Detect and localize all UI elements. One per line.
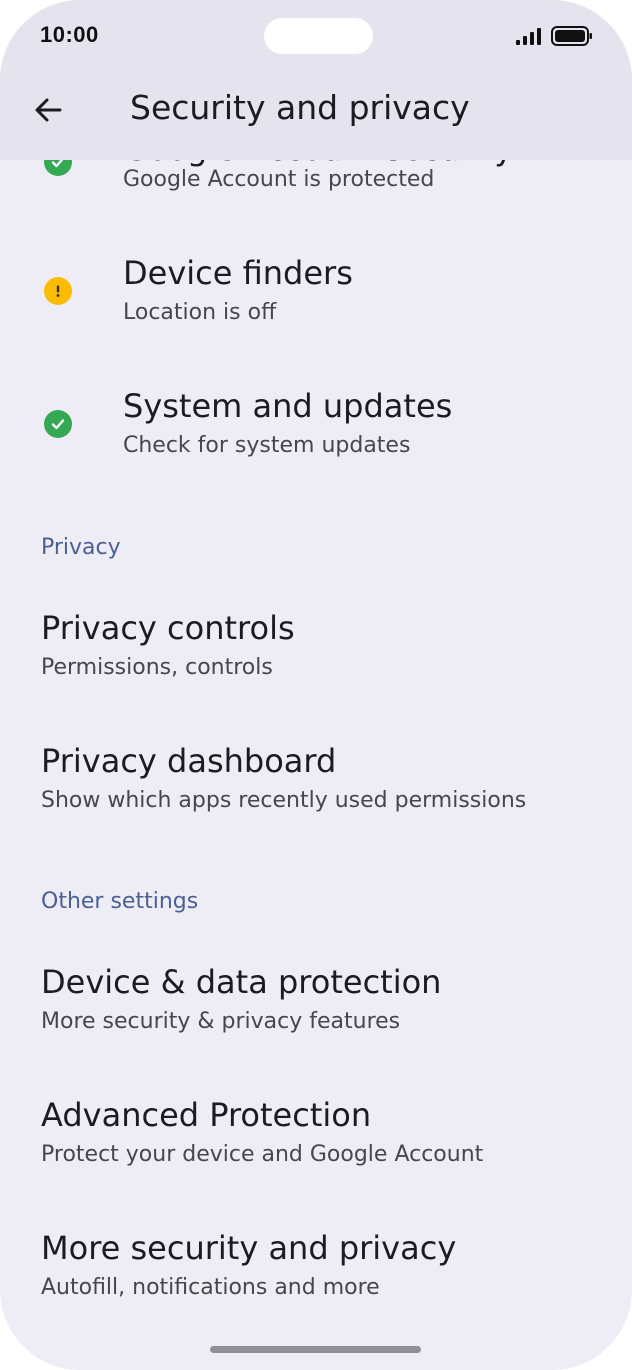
item-subtitle: More security & privacy features [41, 1009, 401, 1034]
section-header-privacy: Privacy [41, 535, 121, 560]
list-item-device-finders[interactable]: Device finders Location is off [0, 240, 632, 350]
settings-list: Google Account security Google Account i… [0, 0, 632, 1370]
item-title: Privacy dashboard [41, 742, 337, 780]
item-subtitle: Location is off [123, 300, 277, 325]
list-item-system-updates[interactable]: System and updates Check for system upda… [0, 373, 632, 483]
home-indicator[interactable] [210, 1346, 421, 1353]
battery-icon [551, 26, 592, 46]
item-subtitle: Protect your device and Google Account [41, 1142, 484, 1167]
item-title: Device & data protection [41, 963, 442, 1001]
list-item-advanced-protection[interactable]: Advanced Protection Protect your device … [0, 1082, 632, 1192]
list-item-more-security-privacy[interactable]: More security and privacy Autofill, noti… [0, 1215, 632, 1325]
item-title: Advanced Protection [41, 1096, 372, 1134]
top-app-bar: 10:00 Security and privacy [0, 0, 632, 160]
status-time: 10:00 [40, 22, 99, 47]
phone-screen: Google Account security Google Account i… [0, 0, 632, 1370]
back-button[interactable] [24, 86, 72, 134]
check-circle-icon [44, 410, 72, 438]
page-title: Security and privacy [130, 88, 470, 127]
item-subtitle: Show which apps recently used permission… [41, 788, 527, 813]
camera-cutout [264, 18, 373, 54]
list-item-privacy-dashboard[interactable]: Privacy dashboard Show which apps recent… [0, 728, 632, 838]
item-title: Device finders [123, 254, 353, 292]
item-title: More security and privacy [41, 1229, 457, 1267]
item-subtitle: Check for system updates [123, 433, 411, 458]
signal-icon [516, 28, 541, 45]
list-item-privacy-controls[interactable]: Privacy controls Permissions, controls [0, 595, 632, 705]
warning-circle-icon [44, 277, 72, 305]
item-title: Privacy controls [41, 609, 295, 647]
arrow-back-icon [35, 98, 62, 122]
item-title: System and updates [123, 387, 453, 425]
item-subtitle: Autofill, notifications and more [41, 1275, 380, 1300]
item-subtitle: Google Account is protected [123, 167, 435, 192]
section-header-other-settings: Other settings [41, 889, 199, 914]
item-subtitle: Permissions, controls [41, 655, 273, 680]
list-item-device-data-protection[interactable]: Device & data protection More security &… [0, 949, 632, 1059]
